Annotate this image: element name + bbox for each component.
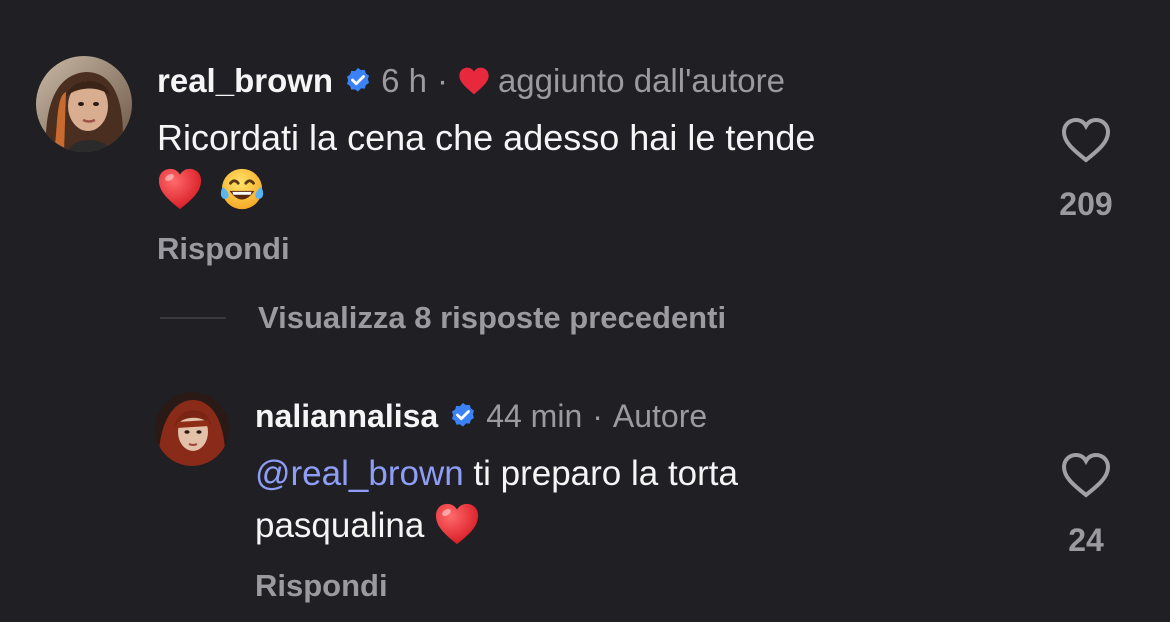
comment-header: naliannalisa 44 min · Autore — [255, 396, 707, 436]
comment-header: real_brown 6 h · aggiunto dall'autore — [157, 60, 785, 102]
mention-link[interactable]: @real_brown — [255, 454, 464, 493]
avatar[interactable] — [155, 392, 229, 466]
avatar[interactable] — [36, 56, 132, 152]
comment-text-line1: ti preparo la torta — [463, 454, 738, 493]
heart-icon — [458, 66, 490, 96]
verified-badge-icon — [343, 66, 373, 96]
comment-text: Ricordati la cena che adesso hai le tend… — [157, 112, 1017, 216]
author-label: Autore — [612, 397, 708, 434]
like-count: 209 — [1059, 186, 1113, 222]
like-heart-icon[interactable] — [1060, 451, 1112, 499]
reply-button[interactable]: Rispondi — [255, 568, 388, 604]
reply-button[interactable]: Rispondi — [157, 231, 290, 267]
like-count: 24 — [1068, 522, 1104, 558]
separator-dot: · — [436, 62, 448, 99]
username[interactable]: naliannalisa — [255, 398, 438, 435]
like-heart-icon[interactable] — [1060, 116, 1112, 164]
username[interactable]: real_brown — [157, 62, 333, 100]
comment-text: @real_brown ti preparo la torta pasquali… — [255, 448, 1015, 552]
comment-text-line2: pasqualina — [255, 506, 435, 545]
view-replies-label: Visualizza 8 risposte precedenti — [258, 300, 727, 335]
verified-badge-icon — [448, 401, 478, 431]
liked-by-author-label: aggiunto dall'autore — [497, 62, 785, 99]
comment-time: 44 min — [486, 397, 583, 434]
red-heart-emoji-icon — [434, 501, 480, 547]
comment-time: 6 h — [381, 62, 427, 99]
divider-line — [160, 317, 226, 319]
separator-dot: · — [592, 397, 603, 434]
tears-of-joy-emoji-icon — [219, 166, 265, 212]
comment-text-content: Ricordati la cena che adesso hai le tend… — [157, 117, 816, 158]
red-heart-emoji-icon — [157, 166, 203, 212]
view-previous-replies-button[interactable]: Visualizza 8 risposte precedenti — [160, 300, 726, 336]
